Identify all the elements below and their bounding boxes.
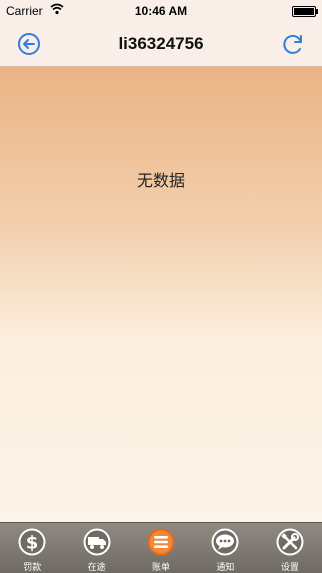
truck-icon — [82, 527, 112, 557]
chat-icon — [210, 527, 240, 557]
tab-in-transit[interactable]: 在途 — [64, 523, 128, 573]
tab-bar: $ 罚款 在途 账单 通知 设置 — [0, 522, 322, 573]
tab-fines[interactable]: $ 罚款 — [0, 523, 64, 573]
status-bar: Carrier 10:46 AM — [0, 0, 322, 22]
page-title: li36324756 — [118, 34, 204, 53]
tools-icon — [275, 527, 305, 557]
tab-label: 通知 — [216, 562, 235, 572]
empty-message: 无数据 — [136, 173, 185, 190]
content-area: 无数据 — [0, 67, 322, 522]
tab-bills[interactable]: 账单 — [129, 523, 193, 573]
tab-label: 在途 — [87, 562, 106, 572]
refresh-icon[interactable] — [280, 31, 306, 57]
svg-text:$: $ — [26, 533, 39, 554]
clock: 10:46 AM — [134, 4, 188, 18]
tab-notifications[interactable]: 通知 — [193, 523, 257, 573]
tab-label: 设置 — [280, 562, 299, 572]
list-icon — [146, 527, 176, 557]
tab-label: 罚款 — [23, 562, 42, 572]
nav-bar: li36324756 — [0, 22, 322, 67]
tab-settings[interactable]: 设置 — [258, 523, 322, 573]
dollar-icon: $ — [17, 527, 47, 557]
tab-label: 账单 — [152, 562, 171, 572]
battery-icon — [292, 6, 318, 17]
